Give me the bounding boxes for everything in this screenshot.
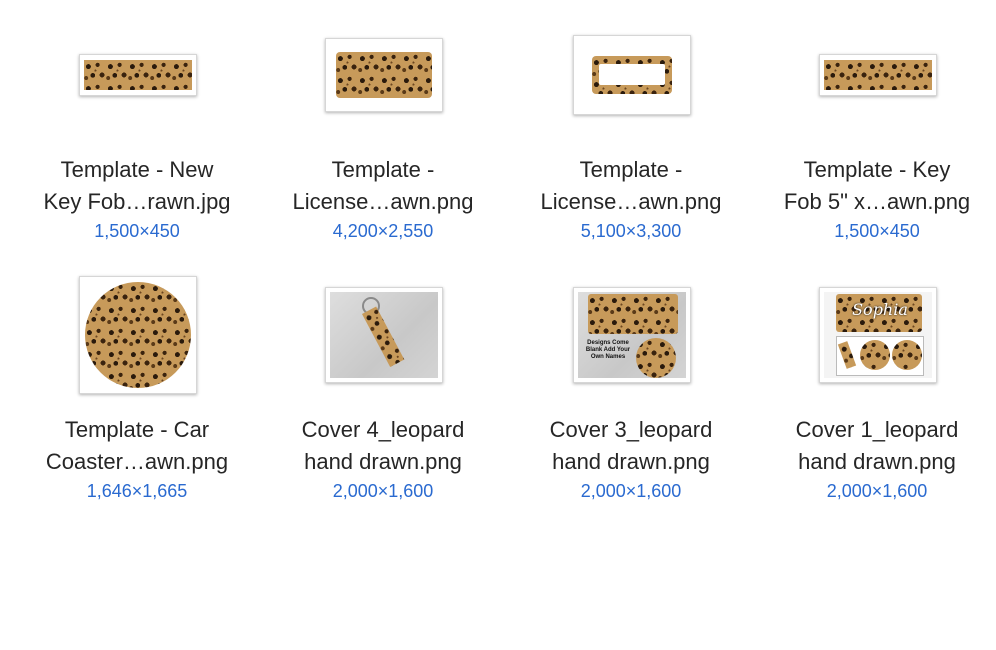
file-item[interactable]: Template - License…awn.png 5,100×3,300 xyxy=(516,20,746,250)
file-name-line2: Coaster…awn.png xyxy=(45,449,229,474)
thumbnail-area xyxy=(268,20,498,130)
file-name-line1: Template - Car xyxy=(64,417,210,442)
file-item[interactable]: Template - Key Fob 5" x…awn.png 1,500×45… xyxy=(762,20,992,250)
thumbnail-caption: Designs Come Blank Add Your Own Names xyxy=(585,340,631,360)
designs-cover-thumbnail-icon: Designs Come Blank Add Your Own Names xyxy=(573,287,691,383)
keychain-cover-thumbnail-icon xyxy=(325,287,443,383)
car-coaster-leopard-thumbnail-icon xyxy=(79,276,197,394)
file-dimensions: 2,000×1,600 xyxy=(580,481,682,501)
file-name-line1: Template - xyxy=(331,157,435,182)
thumbnail-area xyxy=(762,20,992,130)
file-item[interactable]: Template - New Key Fob…rawn.jpg 1,500×45… xyxy=(22,20,252,250)
license-plate-leopard-thumbnail-icon xyxy=(325,38,443,112)
file-name-line2: hand drawn.png xyxy=(552,449,710,474)
thumbnail-area xyxy=(268,275,498,385)
thumbnail-area: Designs Come Blank Add Your Own Names xyxy=(516,275,746,385)
file-name-line1: Cover 4_leopard xyxy=(301,417,465,442)
thumbnail-area xyxy=(22,275,252,394)
file-dimensions: 2,000×1,600 xyxy=(826,481,928,501)
file-icon-grid: Template - New Key Fob…rawn.jpg 1,500×45… xyxy=(0,0,996,650)
file-item[interactable]: Designs Come Blank Add Your Own Names Co… xyxy=(516,275,746,505)
file-dimensions: 1,500×450 xyxy=(834,221,920,241)
file-item[interactable]: Template - License…awn.png 4,200×2,550 xyxy=(268,20,498,250)
thumbnail-area: Sophia xyxy=(762,275,992,385)
file-item[interactable]: Sophia Cover 1_leopard hand drawn.png 2,… xyxy=(762,275,992,505)
file-name-line1: Template - Key xyxy=(803,157,951,182)
thumbnail-area xyxy=(22,20,252,130)
license-frame-leopard-thumbnail-icon xyxy=(573,35,691,115)
file-name-line1: Cover 3_leopard xyxy=(549,417,713,442)
file-dimensions: 5,100×3,300 xyxy=(580,221,682,241)
file-name-line2: hand drawn.png xyxy=(304,449,462,474)
sophia-cover-thumbnail-icon: Sophia xyxy=(819,287,937,383)
thumbnail-caption: Sophia xyxy=(852,300,908,319)
file-item[interactable]: Template - Car Coaster…awn.png 1,646×1,6… xyxy=(22,275,252,505)
file-name-line2: Key Fob…rawn.jpg xyxy=(43,189,231,214)
file-dimensions: 4,200×2,550 xyxy=(332,221,434,241)
file-name-line1: Template - xyxy=(579,157,683,182)
key-fob-leopard-thumbnail-icon xyxy=(819,54,937,96)
file-name-line2: hand drawn.png xyxy=(798,449,956,474)
file-name-line2: Fob 5" x…awn.png xyxy=(783,189,971,214)
file-dimensions: 2,000×1,600 xyxy=(332,481,434,501)
file-dimensions: 1,646×1,665 xyxy=(86,481,188,501)
file-dimensions: 1,500×450 xyxy=(94,221,180,241)
file-name-line1: Template - New xyxy=(60,157,214,182)
thumbnail-area xyxy=(516,20,746,130)
file-item[interactable]: Cover 4_leopard hand drawn.png 2,000×1,6… xyxy=(268,275,498,505)
file-name-line2: License…awn.png xyxy=(292,189,474,214)
key-fob-leopard-thumbnail-icon xyxy=(79,54,197,96)
file-name-line2: License…awn.png xyxy=(540,189,722,214)
file-name-line1: Cover 1_leopard xyxy=(795,417,959,442)
